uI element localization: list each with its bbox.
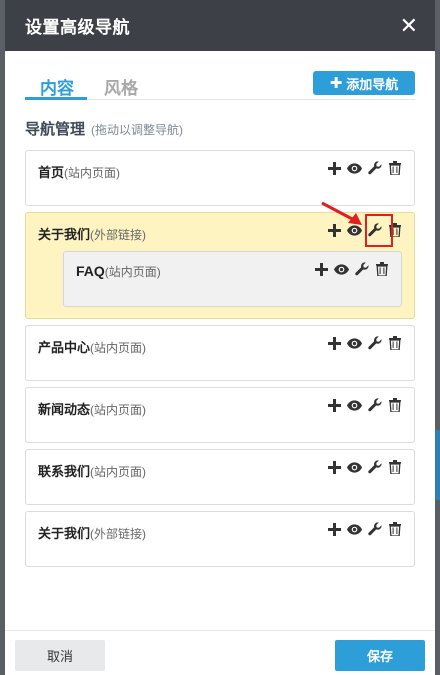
item-actions bbox=[327, 222, 402, 238]
settings-wrench-icon[interactable] bbox=[367, 397, 382, 413]
add-child-icon[interactable] bbox=[327, 397, 342, 413]
add-nav-button[interactable]: ✚ 添加导航 bbox=[313, 71, 415, 95]
nav-item-name: 关于我们 bbox=[38, 227, 91, 242]
save-button[interactable]: 保存 bbox=[335, 640, 425, 671]
dialog-titlebar: 设置高级导航 ✕ bbox=[5, 0, 435, 51]
nav-item-type: (站内页面) bbox=[104, 265, 161, 279]
add-child-icon[interactable] bbox=[327, 160, 342, 176]
item-actions bbox=[327, 160, 402, 176]
item-actions bbox=[327, 397, 402, 413]
advanced-nav-dialog: 设置高级导航 ✕ 内容 风格 ✚ 添加导航 导航管理 (拖动以调整导航) 首页(… bbox=[5, 0, 435, 675]
nav-item-type: (站内页面) bbox=[64, 166, 121, 180]
add-nav-label: 添加导航 bbox=[346, 76, 399, 92]
item-actions bbox=[314, 261, 389, 277]
visibility-eye-icon[interactable] bbox=[347, 160, 362, 176]
add-child-icon[interactable] bbox=[327, 335, 342, 351]
nav-item-type: (站内页面) bbox=[90, 341, 147, 355]
delete-trash-icon[interactable] bbox=[387, 222, 402, 238]
plus-icon: ✚ bbox=[329, 75, 343, 92]
section-header: 导航管理 (拖动以调整导航) bbox=[25, 118, 435, 138]
nav-item-label: 新闻动态(站内页面) bbox=[38, 399, 146, 418]
add-child-icon[interactable] bbox=[327, 222, 342, 238]
nav-item-type: (外部链接) bbox=[90, 527, 147, 541]
settings-wrench-icon[interactable] bbox=[354, 261, 369, 277]
nav-item-type: (站内页面) bbox=[90, 465, 147, 479]
add-child-icon[interactable] bbox=[327, 521, 342, 537]
nav-item-news[interactable]: 新闻动态(站内页面) bbox=[25, 387, 415, 443]
section-title: 导航管理 bbox=[25, 121, 86, 138]
nav-item-label: 关于我们(外部链接) bbox=[38, 523, 146, 542]
nav-item-type: (站内页面) bbox=[90, 403, 147, 417]
visibility-eye-icon[interactable] bbox=[347, 459, 362, 475]
nav-list: 首页(站内页面) 关于我们(外部链接) FAQ(站内页面) 产品中心(站内页面)… bbox=[25, 150, 415, 573]
add-child-icon[interactable] bbox=[327, 459, 342, 475]
item-actions bbox=[327, 459, 402, 475]
item-actions bbox=[327, 335, 402, 351]
settings-wrench-icon[interactable] bbox=[367, 222, 382, 238]
dialog-title: 设置高级导航 bbox=[25, 18, 130, 37]
item-actions bbox=[327, 521, 402, 537]
nav-item-label: 产品中心(站内页面) bbox=[38, 337, 146, 356]
nav-item-home[interactable]: 首页(站内页面) bbox=[25, 150, 415, 206]
nav-item-contact[interactable]: 联系我们(站内页面) bbox=[25, 449, 415, 505]
delete-trash-icon[interactable] bbox=[387, 459, 402, 475]
nav-item-name: 关于我们 bbox=[38, 526, 91, 541]
delete-trash-icon[interactable] bbox=[387, 160, 402, 176]
nav-item-name: 联系我们 bbox=[38, 464, 91, 479]
nav-item-label: FAQ(站内页面) bbox=[76, 263, 161, 280]
dialog-footer: 取消 保存 bbox=[5, 630, 435, 675]
tab-bar: 内容 风格 ✚ 添加导航 bbox=[25, 51, 415, 100]
nav-item-name: 产品中心 bbox=[38, 340, 91, 355]
visibility-eye-icon[interactable] bbox=[347, 521, 362, 537]
delete-trash-icon[interactable] bbox=[387, 397, 402, 413]
settings-wrench-icon[interactable] bbox=[367, 160, 382, 176]
active-tab-indicator bbox=[25, 97, 87, 100]
visibility-eye-icon[interactable] bbox=[347, 335, 362, 351]
nav-item-label: 联系我们(站内页面) bbox=[38, 461, 146, 480]
close-icon[interactable]: ✕ bbox=[400, 14, 418, 37]
nav-item-about-external-2[interactable]: 关于我们(外部链接) bbox=[25, 511, 415, 567]
settings-wrench-icon[interactable] bbox=[367, 521, 382, 537]
delete-trash-icon[interactable] bbox=[374, 261, 389, 277]
nav-item-name: 首页 bbox=[38, 165, 65, 180]
nav-item-about-external[interactable]: 关于我们(外部链接) FAQ(站内页面) bbox=[25, 201, 415, 319]
tab-style[interactable]: 风格 bbox=[104, 74, 138, 99]
tab-content[interactable]: 内容 bbox=[40, 74, 74, 99]
section-hint: (拖动以调整导航) bbox=[91, 123, 184, 137]
add-child-icon[interactable] bbox=[314, 261, 329, 277]
nav-item-name: FAQ bbox=[76, 263, 105, 279]
cancel-button[interactable]: 取消 bbox=[15, 640, 105, 671]
delete-trash-icon[interactable] bbox=[387, 521, 402, 537]
visibility-eye-icon[interactable] bbox=[347, 397, 362, 413]
nav-item-products[interactable]: 产品中心(站内页面) bbox=[25, 325, 415, 381]
visibility-eye-icon[interactable] bbox=[347, 222, 362, 238]
settings-wrench-icon[interactable] bbox=[367, 459, 382, 475]
nav-item-faq[interactable]: FAQ(站内页面) bbox=[63, 251, 402, 307]
nav-item-name: 新闻动态 bbox=[38, 402, 91, 417]
nav-item-label: 首页(站内页面) bbox=[38, 162, 120, 181]
settings-wrench-icon[interactable] bbox=[367, 335, 382, 351]
nav-item-label: 关于我们(外部链接) bbox=[38, 224, 146, 243]
nav-item-type: (外部链接) bbox=[90, 228, 147, 242]
visibility-eye-icon[interactable] bbox=[334, 261, 349, 277]
delete-trash-icon[interactable] bbox=[387, 335, 402, 351]
